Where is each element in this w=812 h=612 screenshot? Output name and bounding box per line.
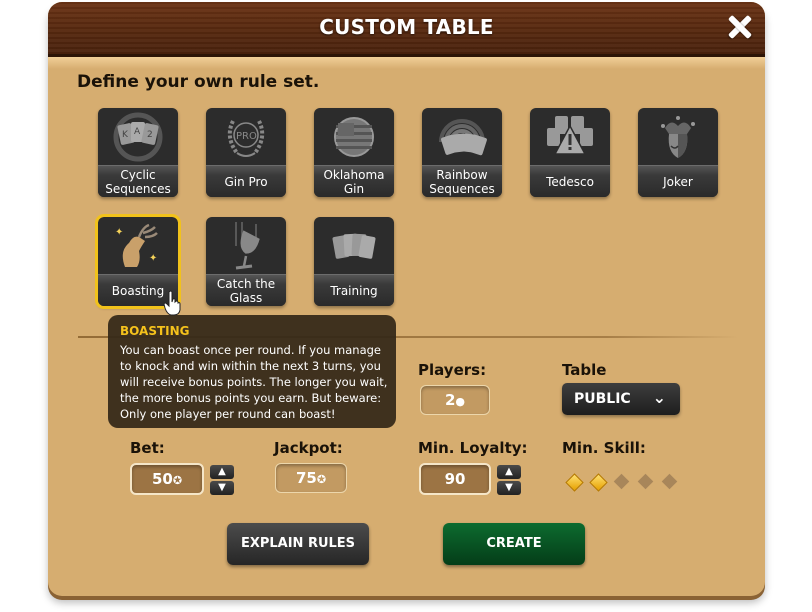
- chevron-down-icon: ⌄: [652, 388, 666, 407]
- chip-icon: ✪: [316, 473, 327, 486]
- rule-tile-catch-the-glass[interactable]: Catch the Glass: [206, 217, 286, 306]
- laurel-pro-icon: PRO: [206, 108, 286, 166]
- explain-rules-button[interactable]: EXPLAIN RULES: [227, 523, 369, 565]
- table-visibility-value: PUBLIC: [574, 391, 631, 407]
- rule-tile-label: Oklahoma Gin: [314, 165, 394, 197]
- min-skill-label: Min. Skill:: [562, 439, 646, 457]
- rule-tile-label: Cyclic Sequences: [98, 165, 178, 197]
- rule-tooltip: BOASTING You can boast once per round. I…: [108, 315, 396, 428]
- table-label: Table: [562, 361, 607, 379]
- rule-tile-label: Tedesco: [530, 165, 610, 197]
- skill-gem-1[interactable]: [565, 473, 584, 492]
- us-flag-icon: [314, 108, 394, 166]
- close-icon[interactable]: [725, 12, 755, 42]
- bet-increase-button[interactable]: ▲: [210, 465, 234, 479]
- custom-table-dialog: CUSTOM TABLE Define your own rule set. K…: [48, 2, 765, 596]
- rule-tile-label: Joker: [638, 165, 718, 197]
- rule-tile-label: Training: [314, 274, 394, 306]
- skill-gem-5[interactable]: [661, 473, 678, 490]
- jackpot-label: Jackpot:: [274, 439, 343, 457]
- jackpot-value: 75: [295, 469, 317, 487]
- players-count: 2: [444, 391, 456, 409]
- rule-tile-training[interactable]: Training: [314, 217, 394, 306]
- aces-warning-icon: [530, 108, 610, 166]
- cards-cycle-icon: K A 2: [98, 108, 178, 166]
- svg-text:✦: ✦: [149, 253, 157, 264]
- create-button[interactable]: CREATE: [443, 523, 585, 565]
- svg-text:PRO: PRO: [236, 131, 257, 142]
- players-label: Players:: [418, 361, 487, 379]
- min-loyalty-decrease-button[interactable]: ▼: [497, 481, 521, 495]
- min-loyalty-input[interactable]: 90: [419, 463, 491, 495]
- min-loyalty-stepper: ▲ ▼: [497, 465, 521, 495]
- dialog-title: CUSTOM TABLE: [319, 15, 494, 39]
- person-icon: ●: [455, 395, 466, 408]
- rule-tile-rainbow-sequences[interactable]: Rainbow Sequences: [422, 108, 502, 197]
- players-value[interactable]: 2●: [420, 385, 490, 415]
- page-heading: Define your own rule set.: [77, 72, 320, 92]
- chip-icon: ✪: [172, 474, 183, 487]
- tooltip-title: BOASTING: [120, 324, 190, 338]
- rule-tile-label: Gin Pro: [206, 165, 286, 197]
- jester-icon: [638, 108, 718, 166]
- tooltip-body: You can boast once per round. If you man…: [120, 343, 388, 421]
- skill-gem-4[interactable]: [637, 473, 654, 490]
- hand-cursor-icon: [163, 290, 181, 316]
- jackpot-value-box: 75✪: [275, 463, 347, 493]
- bet-decrease-button[interactable]: ▼: [210, 481, 234, 495]
- stag-icon: ✦ ✦: [98, 217, 178, 275]
- skill-gem-2[interactable]: [589, 473, 608, 492]
- rule-tile-cyclic-sequences[interactable]: K A 2 Cyclic Sequences: [98, 108, 178, 197]
- rule-tile-oklahoma-gin[interactable]: Oklahoma Gin: [314, 108, 394, 197]
- bet-value: 50: [151, 470, 173, 488]
- rule-tile-tedesco[interactable]: Tedesco: [530, 108, 610, 197]
- header-highlight: [48, 57, 765, 69]
- min-loyalty-label: Min. Loyalty:: [418, 439, 528, 457]
- rule-tile-label: Rainbow Sequences: [422, 165, 502, 197]
- rule-tile-gin-pro[interactable]: PRO Gin Pro: [206, 108, 286, 197]
- title-bar: CUSTOM TABLE: [48, 2, 765, 57]
- table-visibility-select[interactable]: PUBLIC ⌄: [562, 383, 680, 415]
- min-loyalty-increase-button[interactable]: ▲: [497, 465, 521, 479]
- skill-gem-3[interactable]: [613, 473, 630, 490]
- falling-glass-icon: [206, 217, 286, 275]
- min-loyalty-value: 90: [444, 470, 466, 488]
- rule-tile-label: Catch the Glass: [206, 274, 286, 306]
- svg-text:A: A: [134, 127, 141, 137]
- bet-stepper: ▲ ▼: [210, 465, 234, 495]
- rule-tile-joker[interactable]: Joker: [638, 108, 718, 197]
- svg-text:2: 2: [147, 130, 153, 140]
- bet-label: Bet:: [130, 439, 165, 457]
- svg-text:✦: ✦: [115, 227, 123, 238]
- bet-input[interactable]: 50✪: [130, 463, 204, 495]
- rainbow-cards-icon: [422, 108, 502, 166]
- card-fan-icon: [314, 217, 394, 275]
